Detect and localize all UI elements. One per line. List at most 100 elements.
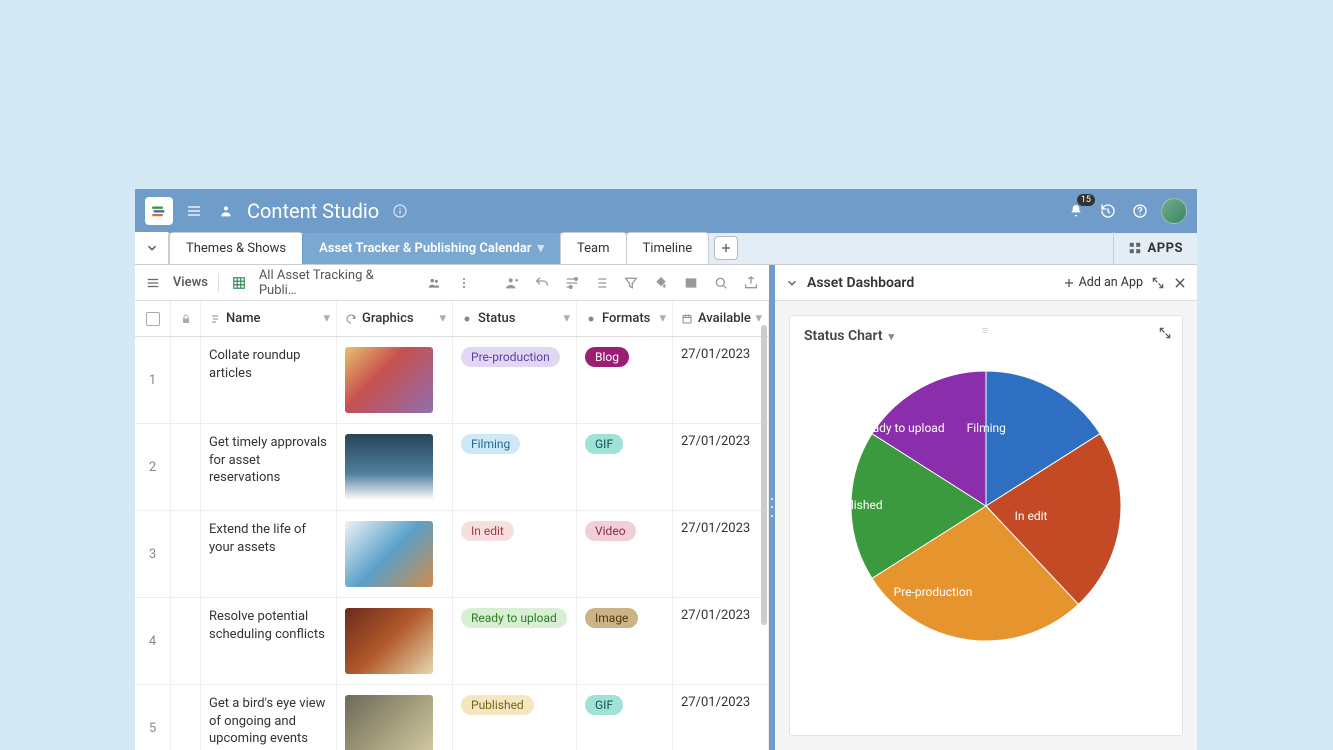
row-date-cell[interactable]: 27/01/2023 (673, 337, 769, 423)
row-date-cell[interactable]: 27/01/2023 (673, 685, 769, 750)
expand-chart-icon[interactable] (1158, 326, 1172, 340)
table-row[interactable]: 3 Extend the life of your assets In edit… (135, 511, 769, 598)
row-name-cell[interactable]: Resolve potential scheduling conflicts (201, 598, 337, 684)
view-name[interactable]: All Asset Tracking & Publi… (259, 268, 414, 298)
format-badge: GIF (585, 434, 623, 454)
row-status-cell[interactable]: In edit (453, 511, 577, 597)
row-graphics-cell[interactable] (337, 424, 453, 510)
thumbnail-image[interactable] (345, 347, 433, 413)
settings-sliders-icon[interactable] (562, 273, 582, 293)
row-status-cell[interactable]: Filming (453, 424, 577, 510)
chevron-down-icon: ▾ (439, 311, 446, 326)
row-graphics-cell[interactable] (337, 598, 453, 684)
row-format-cell[interactable]: Blog (577, 337, 673, 423)
row-status-cell[interactable]: Pre-production (453, 337, 577, 423)
row-number: 2 (135, 424, 171, 510)
info-icon[interactable] (389, 200, 411, 222)
column-header-formats[interactable]: Formats ▾ (577, 301, 673, 336)
row-format-cell[interactable]: GIF (577, 685, 673, 750)
collapse-dashboard-icon[interactable] (785, 276, 799, 290)
tab-asset-tracker[interactable]: Asset Tracker & Publishing Calendar ▾ (302, 232, 561, 264)
status-badge: Ready to upload (461, 608, 567, 628)
history-icon[interactable] (1097, 200, 1119, 222)
format-badge: Video (585, 521, 636, 541)
row-date-cell[interactable]: 27/01/2023 (673, 511, 769, 597)
add-person-icon[interactable] (502, 273, 522, 293)
column-header-graphics[interactable]: Graphics ▾ (337, 301, 453, 336)
status-badge: Filming (461, 434, 520, 454)
undo-icon[interactable] (532, 273, 552, 293)
apps-button[interactable]: APPS (1113, 232, 1198, 264)
add-app-button[interactable]: Add an App (1063, 275, 1143, 290)
drag-handle-icon[interactable]: ≡ (982, 324, 990, 337)
row-graphics-cell[interactable] (337, 511, 453, 597)
column-header-available[interactable]: Available ▾ (673, 301, 769, 336)
table-row[interactable]: 5 Get a bird's eye view of ongoing and u… (135, 685, 769, 750)
row-format-cell[interactable]: Image (577, 598, 673, 684)
hamburger-icon[interactable] (183, 200, 205, 222)
views-label[interactable]: Views (173, 275, 208, 290)
list-icon[interactable] (591, 273, 611, 293)
pie-slice-label: Pre-production (888, 585, 978, 599)
row-number: 3 (135, 511, 171, 597)
fill-color-icon[interactable] (651, 273, 671, 293)
app-logo[interactable] (145, 197, 173, 225)
export-icon[interactable] (741, 273, 761, 293)
status-badge: Published (461, 695, 534, 715)
row-name-cell[interactable]: Get a bird's eye view of ongoing and upc… (201, 685, 337, 750)
scrollbar[interactable] (761, 325, 767, 625)
row-lock-cell (171, 685, 201, 750)
more-options-icon[interactable] (454, 273, 474, 293)
pie-slice-label: Filming (941, 421, 1031, 435)
row-lock-cell (171, 598, 201, 684)
column-header-name[interactable]: Name ▾ (201, 301, 337, 336)
notifications-count: 15 (1077, 194, 1095, 206)
chevron-down-icon: ▾ (755, 311, 762, 326)
tab-team[interactable]: Team (560, 232, 627, 264)
share-view-icon[interactable] (424, 273, 444, 293)
pane-resize-handle[interactable] (769, 495, 775, 521)
row-status-cell[interactable]: Ready to upload (453, 598, 577, 684)
help-icon[interactable] (1129, 200, 1151, 222)
table-row[interactable]: 1 Collate roundup articles Pre-productio… (135, 337, 769, 424)
row-status-cell[interactable]: Published (453, 685, 577, 750)
workspace-icon[interactable] (215, 200, 237, 222)
table-row[interactable]: 4 Resolve potential scheduling conflicts… (135, 598, 769, 685)
table-body: 1 Collate roundup articles Pre-productio… (135, 337, 769, 750)
column-lock-icon[interactable] (171, 301, 201, 336)
select-all-checkbox[interactable] (135, 301, 171, 336)
thumbnail-image[interactable] (345, 608, 433, 674)
add-tab-button[interactable] (714, 236, 738, 260)
row-format-cell[interactable]: GIF (577, 424, 673, 510)
row-date-cell[interactable]: 27/01/2023 (673, 424, 769, 510)
row-number: 4 (135, 598, 171, 684)
row-name-cell[interactable]: Collate roundup articles (201, 337, 337, 423)
tab-timeline[interactable]: Timeline (626, 232, 710, 264)
thumbnail-image[interactable] (345, 695, 433, 750)
row-format-cell[interactable]: Video (577, 511, 673, 597)
row-name-cell[interactable]: Get timely approvals for asset reservati… (201, 424, 337, 510)
expand-icon[interactable] (1151, 276, 1165, 290)
thumbnail-image[interactable] (345, 521, 433, 587)
avatar[interactable] (1161, 198, 1187, 224)
row-name-cell[interactable]: Extend the life of your assets (201, 511, 337, 597)
row-date-cell[interactable]: 27/01/2023 (673, 598, 769, 684)
table-row[interactable]: 2 Get timely approvals for asset reserva… (135, 424, 769, 511)
notifications-icon[interactable]: 15 (1065, 200, 1087, 222)
search-icon[interactable] (711, 273, 731, 293)
dashboard-pane: Asset Dashboard Add an App ≡ Status Ch (775, 265, 1197, 750)
close-icon[interactable] (1173, 276, 1187, 290)
tabs-expand-icon[interactable] (135, 232, 169, 264)
status-badge: Pre-production (461, 347, 560, 367)
workspace-title[interactable]: Content Studio (247, 199, 379, 223)
grid-view-icon[interactable] (229, 273, 249, 293)
chevron-down-icon: ▾ (538, 241, 545, 256)
thumbnail-image[interactable] (345, 434, 433, 500)
column-header-status[interactable]: Status ▾ (453, 301, 577, 336)
row-graphics-cell[interactable] (337, 685, 453, 750)
views-menu-icon[interactable] (143, 273, 163, 293)
tab-themes-shows[interactable]: Themes & Shows (169, 232, 303, 264)
filter-icon[interactable] (621, 273, 641, 293)
card-view-icon[interactable] (681, 273, 701, 293)
row-graphics-cell[interactable] (337, 337, 453, 423)
